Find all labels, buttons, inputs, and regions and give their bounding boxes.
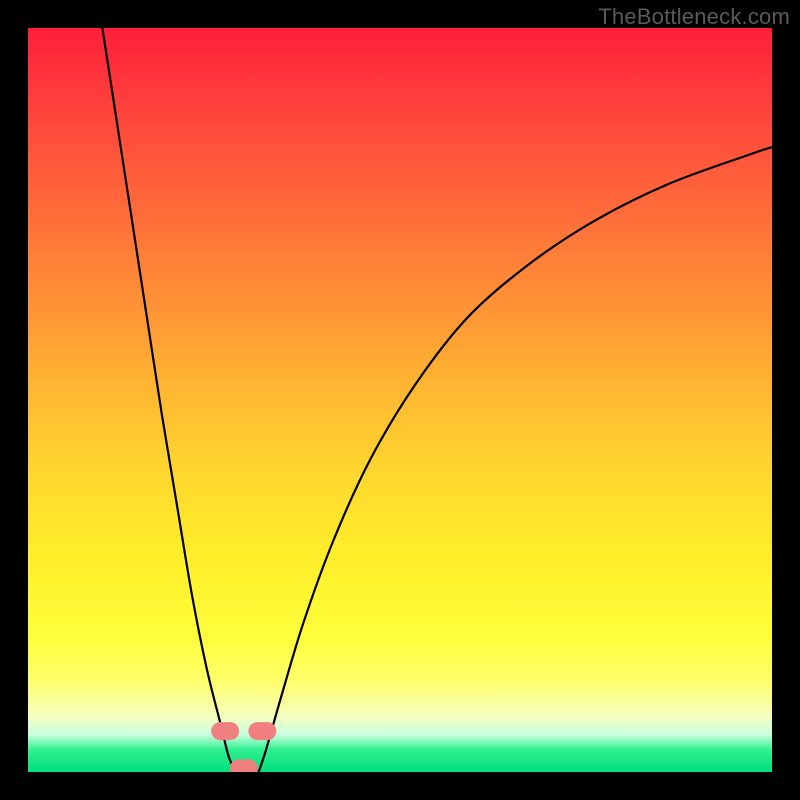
curve-left-branch bbox=[102, 28, 236, 772]
marker-bottom-blob bbox=[230, 759, 258, 772]
chart-svg bbox=[28, 28, 772, 772]
curve-right-branch bbox=[259, 147, 772, 772]
marker-right-blob bbox=[248, 722, 276, 740]
marker-left-blob bbox=[211, 722, 239, 740]
watermark-text: TheBottleneck.com bbox=[598, 4, 790, 30]
plot-area bbox=[28, 28, 772, 772]
chart-frame: TheBottleneck.com bbox=[0, 0, 800, 800]
